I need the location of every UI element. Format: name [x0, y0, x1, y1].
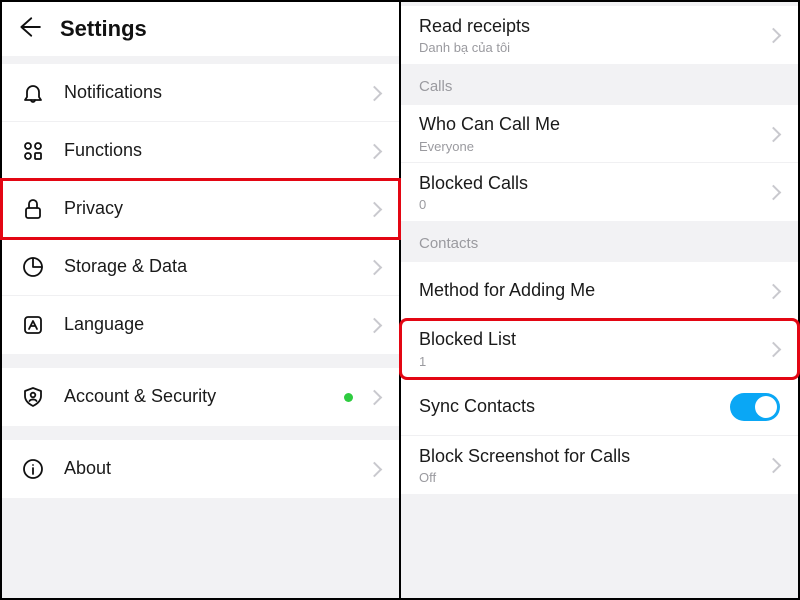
item-label: Language: [64, 313, 363, 336]
item-label: Read receipts: [419, 15, 762, 38]
page-title: Settings: [60, 16, 147, 42]
item-label: Privacy: [64, 197, 363, 220]
chevron-right-icon: [770, 184, 780, 200]
item-sub: Everyone: [419, 139, 762, 154]
item-label: Storage & Data: [64, 255, 363, 278]
settings-item-language[interactable]: Language: [2, 296, 399, 354]
chevron-right-icon: [371, 143, 381, 159]
privacy-item-blocked-calls[interactable]: Blocked Calls 0: [401, 163, 798, 221]
chevron-right-icon: [770, 341, 780, 357]
chevron-right-icon: [371, 201, 381, 217]
settings-list: Notifications Functions Privacy: [2, 64, 399, 354]
settings-item-about[interactable]: About: [2, 440, 399, 498]
spacer: [2, 498, 399, 598]
spacer: [401, 494, 798, 500]
item-sub: Off: [419, 470, 762, 485]
privacy-item-block-screenshot[interactable]: Block Screenshot for Calls Off: [401, 436, 798, 494]
item-label: About: [64, 457, 363, 480]
settings-list-b: Account & Security: [2, 368, 399, 426]
chevron-right-icon: [770, 126, 780, 142]
lock-icon: [20, 196, 46, 222]
chevron-right-icon: [371, 389, 381, 405]
item-label: Blocked Calls: [419, 172, 762, 195]
grid-icon: [20, 138, 46, 164]
bell-icon: [20, 80, 46, 106]
pie-icon: [20, 254, 46, 280]
back-icon[interactable]: [16, 14, 42, 45]
privacy-item-read-receipts[interactable]: Read receipts Danh bạ của tôi: [401, 6, 798, 64]
shield-user-icon: [20, 384, 46, 410]
chevron-right-icon: [371, 259, 381, 275]
status-dot-icon: [344, 393, 353, 402]
privacy-item-method-adding[interactable]: Method for Adding Me: [401, 262, 798, 320]
privacy-pane: Read receipts Danh bạ của tôi Calls Who …: [401, 2, 798, 598]
info-icon: [20, 456, 46, 482]
chevron-right-icon: [371, 461, 381, 477]
language-icon: [20, 312, 46, 338]
chevron-right-icon: [371, 317, 381, 333]
settings-list-c: About: [2, 440, 399, 498]
item-label: Notifications: [64, 81, 363, 104]
item-sub: Danh bạ của tôi: [419, 40, 762, 55]
chevron-right-icon: [770, 27, 780, 43]
settings-item-account-security[interactable]: Account & Security: [2, 368, 399, 426]
divider: [2, 426, 399, 440]
settings-pane: Settings Notifications Functions: [2, 2, 401, 598]
settings-item-functions[interactable]: Functions: [2, 122, 399, 180]
item-sub: 1: [419, 354, 762, 369]
item-label: Functions: [64, 139, 363, 162]
item-label: Sync Contacts: [419, 395, 730, 418]
app-frame: Settings Notifications Functions: [0, 0, 800, 600]
privacy-item-blocked-list[interactable]: Blocked List 1: [401, 320, 798, 378]
item-label: Block Screenshot for Calls: [419, 445, 762, 468]
section-header-calls: Calls: [401, 64, 798, 105]
divider: [2, 56, 399, 64]
settings-item-notifications[interactable]: Notifications: [2, 64, 399, 122]
settings-item-storage[interactable]: Storage & Data: [2, 238, 399, 296]
settings-header: Settings: [2, 2, 399, 56]
privacy-item-who-can-call[interactable]: Who Can Call Me Everyone: [401, 105, 798, 163]
toggle-on-icon[interactable]: [730, 393, 780, 421]
divider: [2, 354, 399, 368]
chevron-right-icon: [770, 283, 780, 299]
item-label: Method for Adding Me: [419, 279, 762, 302]
item-label: Who Can Call Me: [419, 113, 762, 136]
chevron-right-icon: [770, 457, 780, 473]
item-label: Blocked List: [419, 328, 762, 351]
item-label: Account & Security: [64, 385, 344, 408]
settings-item-privacy[interactable]: Privacy: [2, 180, 399, 238]
item-sub: 0: [419, 197, 762, 212]
section-header-contacts: Contacts: [401, 221, 798, 262]
privacy-item-sync-contacts[interactable]: Sync Contacts: [401, 378, 798, 436]
chevron-right-icon: [371, 85, 381, 101]
